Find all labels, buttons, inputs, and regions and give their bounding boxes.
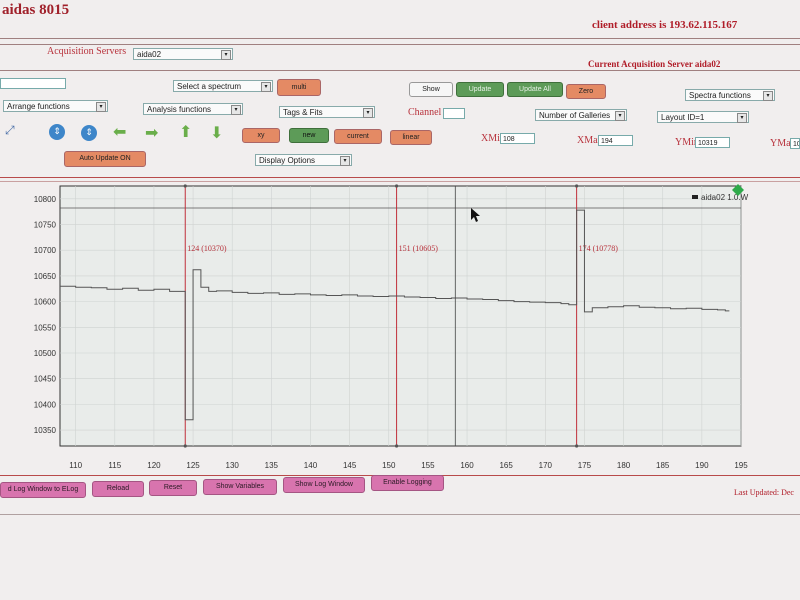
y-tick-label: 10800: [34, 195, 57, 204]
reset-button[interactable]: Reset: [149, 480, 197, 496]
y-tick-label: 10550: [34, 323, 57, 332]
y-tick-label: 10600: [34, 298, 57, 307]
reload-button[interactable]: Reload: [92, 481, 144, 497]
y-tick-label: 10750: [34, 221, 57, 230]
x-tick-label: 180: [617, 461, 631, 470]
show-variables-button[interactable]: Show Variables: [203, 479, 277, 495]
divider: [0, 514, 800, 515]
y-tick-label: 10700: [34, 246, 57, 255]
x-tick-label: 145: [343, 461, 357, 470]
legend-swatch: [692, 195, 698, 199]
x-tick-label: 155: [421, 461, 435, 470]
x-tick-label: 140: [304, 461, 318, 470]
x-tick-label: 190: [695, 461, 709, 470]
x-tick-label: 125: [186, 461, 200, 470]
legend-label: aida02 1.0.W: [701, 193, 749, 202]
marker-bottom-dot: [183, 444, 187, 448]
x-tick-label: 195: [734, 461, 748, 470]
spectrum-chart[interactable]: 10350 10400 10450 10500 10550 10600 10650 10700…: [0, 0, 800, 600]
x-tick-label: 115: [108, 461, 121, 470]
last-updated: Last Updated: Dec: [734, 488, 794, 497]
x-tick-label: 165: [499, 461, 513, 470]
marker-top-dot: [183, 184, 187, 188]
y-tick-label: 10450: [34, 375, 57, 384]
marker-bottom-dot: [394, 444, 399, 448]
marker-bottom-dot: [575, 444, 579, 448]
marker-top-dot: [575, 184, 579, 188]
x-tick-label: 185: [656, 461, 670, 470]
y-tick-label: 10500: [34, 349, 57, 358]
y-tick-label: 10400: [34, 400, 57, 409]
x-tick-label: 135: [265, 461, 279, 470]
marker-label: 124 (10370): [187, 244, 227, 253]
plot-area[interactable]: [59, 185, 742, 447]
show-log-window-button[interactable]: Show Log Window: [283, 477, 365, 493]
log-window-to-elog-button[interactable]: d Log Window to ELog: [0, 482, 86, 498]
marker-top-dot: [394, 184, 399, 188]
x-tick-label: 175: [578, 461, 592, 470]
enable-logging-button[interactable]: Enable Logging: [371, 475, 444, 491]
x-tick-label: 170: [539, 461, 553, 470]
x-tick-label: 160: [460, 461, 474, 470]
y-tick-label: 10350: [34, 426, 57, 435]
x-tick-label: 120: [147, 461, 161, 470]
y-tick-label: 10650: [34, 272, 57, 281]
marker-label: 151 (10605): [399, 244, 439, 253]
x-tick-label: 130: [226, 461, 240, 470]
x-tick-label: 150: [382, 461, 396, 470]
x-tick-label: 110: [69, 461, 82, 470]
